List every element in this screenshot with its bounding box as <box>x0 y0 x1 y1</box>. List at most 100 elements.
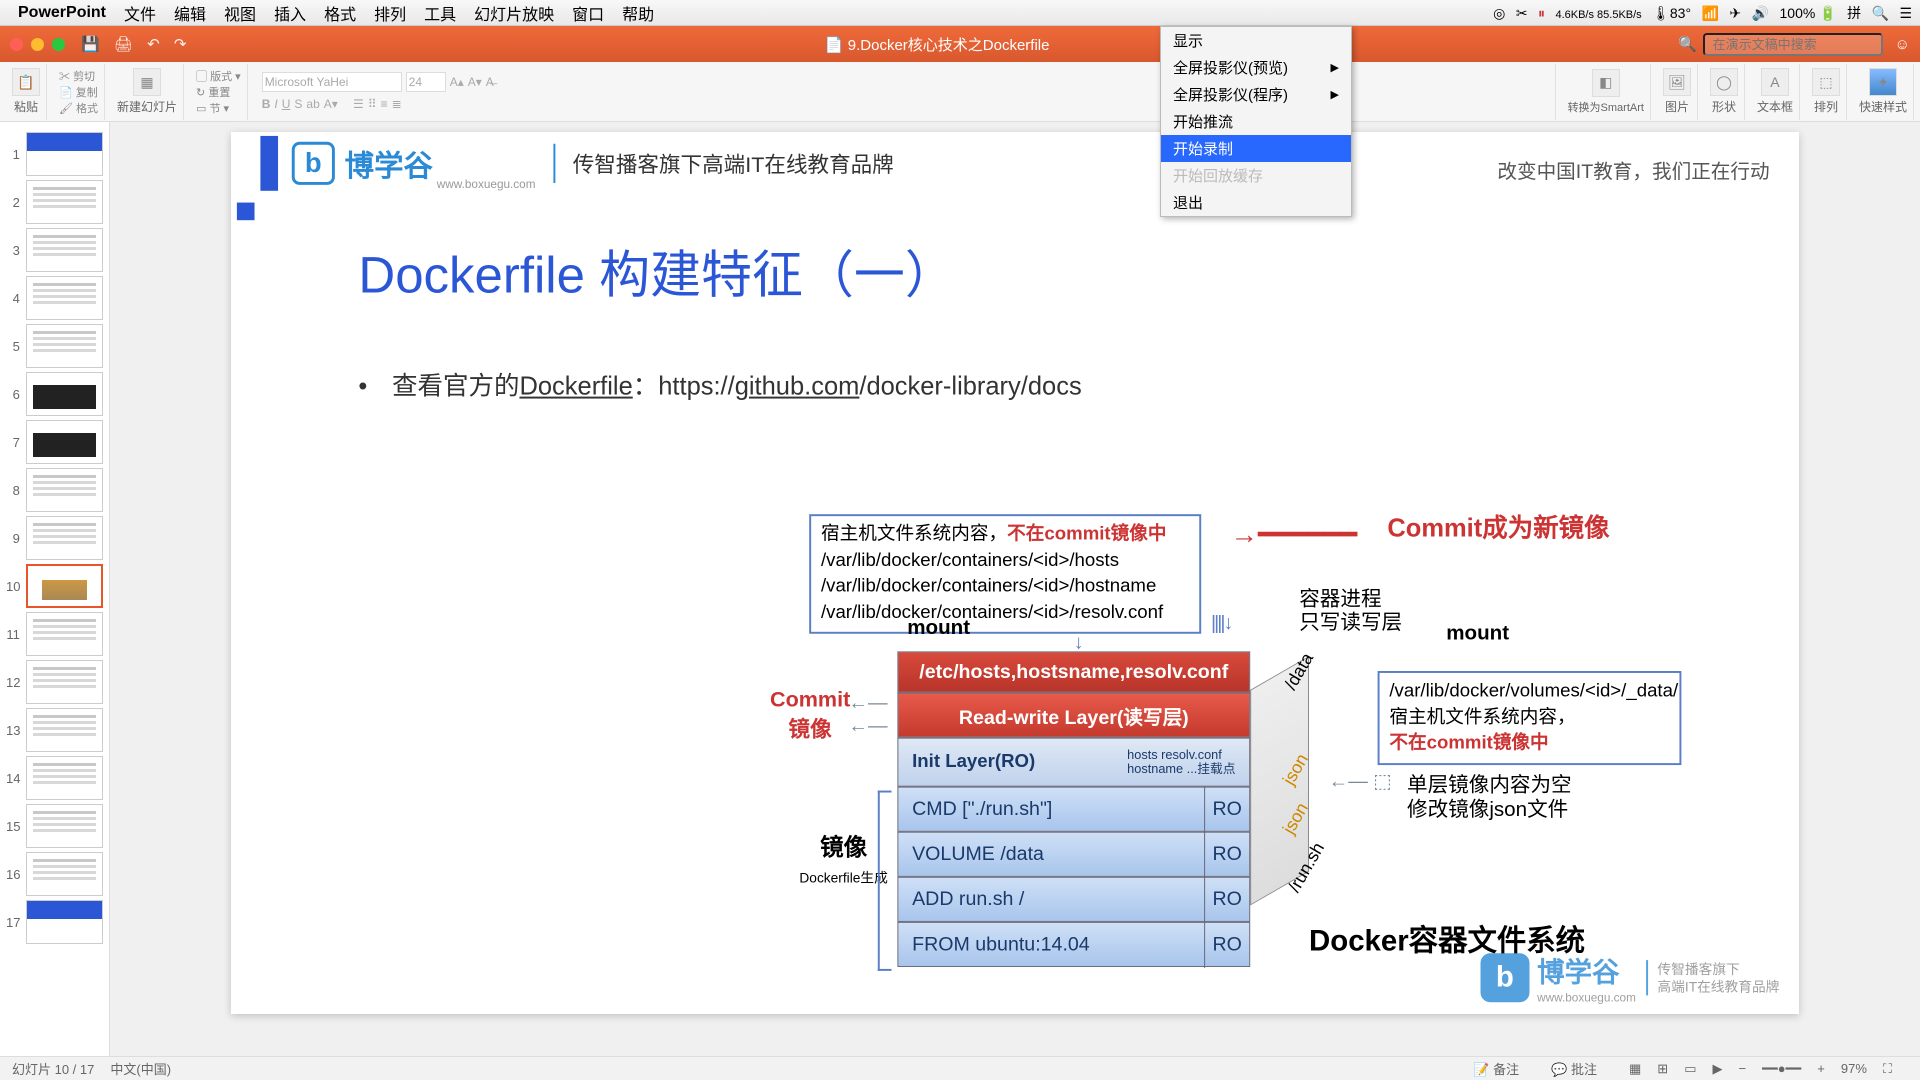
thumb-4[interactable] <box>26 276 103 320</box>
comments-button[interactable]: 💬 批注 <box>1551 1059 1613 1078</box>
highlight-button[interactable]: ab <box>306 97 319 111</box>
feedback-icon[interactable]: ☺ <box>1895 36 1910 53</box>
menu-edit[interactable]: 编辑 <box>174 1 206 25</box>
pause-icon[interactable]: ⏸ <box>1538 5 1545 21</box>
ctx-start-stream[interactable]: 开始推流 <box>1161 108 1351 135</box>
language-indicator[interactable]: 中文(中国) <box>110 1059 171 1078</box>
smartart-button[interactable]: ◧ <box>1592 69 1620 97</box>
fit-button[interactable]: ⛶ <box>1883 1061 1892 1077</box>
strike-button[interactable]: S <box>294 97 302 111</box>
slide-canvas[interactable]: b 博学谷 www.boxuegu.com 传智播客旗下高端IT在线教育品牌 改… <box>231 132 1799 1014</box>
picture-button[interactable]: 🖼 <box>1663 68 1691 96</box>
view-slideshow-icon[interactable]: ▶ <box>1713 1061 1723 1077</box>
zoom-out-button[interactable]: − <box>1739 1061 1747 1076</box>
thumb-7[interactable] <box>26 420 103 464</box>
ctx-proj-preview[interactable]: 全屏投影仪(预览)▶ <box>1161 54 1351 81</box>
underline-button[interactable]: U <box>282 97 291 111</box>
bold-button[interactable]: B <box>262 97 271 111</box>
minimize-button[interactable] <box>31 38 44 51</box>
close-button[interactable] <box>10 38 23 51</box>
shape-button[interactable]: ◯ <box>1710 68 1738 96</box>
thumb-1[interactable] <box>26 132 103 176</box>
font-select[interactable] <box>262 72 402 92</box>
ctx-display[interactable]: 显示 <box>1161 27 1351 54</box>
view-reading-icon[interactable]: ▭ <box>1684 1061 1696 1077</box>
notes-button[interactable]: 📝 备注 <box>1473 1059 1535 1078</box>
section-button[interactable]: ▭ 节 ▾ <box>196 100 229 116</box>
thumb-5[interactable] <box>26 324 103 368</box>
slide-editor[interactable]: b 博学谷 www.boxuegu.com 传智播客旗下高端IT在线教育品牌 改… <box>110 122 1920 1056</box>
quickstyle-button[interactable]: ✦ <box>1869 68 1897 96</box>
thumb-6[interactable] <box>26 372 103 416</box>
thumb-17[interactable] <box>26 900 103 944</box>
thumb-12[interactable] <box>26 660 103 704</box>
reset-button[interactable]: ↻ 重置 <box>196 84 230 100</box>
font-color-button[interactable]: A▾ <box>324 97 338 111</box>
grow-font-button[interactable]: A▴ <box>450 75 464 89</box>
ctx-exit[interactable]: 退出 <box>1161 189 1351 216</box>
layer-init: Init Layer(RO) hosts resolv.confhostname… <box>897 738 1250 787</box>
cut-button[interactable]: ✂ 剪切 <box>59 68 95 84</box>
shrink-font-button[interactable]: A▾ <box>468 75 482 89</box>
bullet-link: Dockerfile <box>519 371 632 400</box>
menu-slideshow[interactable]: 幻灯片放映 <box>474 1 554 25</box>
zoom-in-button[interactable]: + <box>1817 1061 1825 1076</box>
menu-window[interactable]: 窗口 <box>572 1 604 25</box>
search-input[interactable] <box>1703 33 1883 56</box>
thumb-8[interactable] <box>26 468 103 512</box>
ctx-start-record[interactable]: 开始录制 <box>1161 135 1351 162</box>
thumb-10[interactable] <box>26 564 103 608</box>
menu-extras-icon[interactable]: ☰ <box>1899 5 1912 21</box>
maximize-button[interactable] <box>52 38 65 51</box>
print-icon[interactable]: 🖨 <box>114 36 133 53</box>
numbering-button[interactable]: ⠿ <box>368 97 377 111</box>
view-normal-icon[interactable]: ▦ <box>1629 1061 1641 1077</box>
arrange-button[interactable]: ⬚ <box>1812 68 1840 96</box>
copy-button[interactable]: 📄 复制 <box>59 84 98 100</box>
thumb-9[interactable] <box>26 516 103 560</box>
thumb-16[interactable] <box>26 852 103 896</box>
menu-arrange[interactable]: 排列 <box>374 1 406 25</box>
layout-button[interactable]: ▢ 版式 ▾ <box>196 68 241 84</box>
view-sorter-icon[interactable]: ⊞ <box>1657 1061 1668 1077</box>
thumbnail-pane[interactable]: 1 2 3 4 5 6 7 8 9 10 11 12 13 14 15 16 1… <box>0 122 110 1056</box>
zoom-slider[interactable]: ━━●━━ <box>1762 1061 1801 1077</box>
textbox-button[interactable]: A <box>1761 68 1789 96</box>
thumb-15[interactable] <box>26 804 103 848</box>
bullets-button[interactable]: ☰ <box>353 97 364 111</box>
thumb-14[interactable] <box>26 756 103 800</box>
paste-button[interactable]: 📋 <box>12 68 40 96</box>
italic-button[interactable]: I <box>274 97 277 111</box>
scissors-icon[interactable]: ✂ <box>1516 5 1528 21</box>
menu-help[interactable]: 帮助 <box>622 1 654 25</box>
thumb-2[interactable] <box>26 180 103 224</box>
undo-icon[interactable]: ↶ <box>147 36 160 53</box>
ime-icon[interactable]: 拼 <box>1847 5 1861 21</box>
align-left-button[interactable]: ≡ <box>381 97 388 111</box>
clear-format-button[interactable]: A̶ <box>486 75 494 89</box>
thumb-13[interactable] <box>26 708 103 752</box>
textbox-label: 文本框 <box>1757 98 1793 115</box>
zoom-level[interactable]: 97% <box>1841 1061 1867 1076</box>
wifi-icon[interactable]: 📶 <box>1702 5 1719 21</box>
new-slide-button[interactable]: ▦ <box>133 68 161 96</box>
airplane-icon[interactable]: ✈ <box>1729 5 1741 21</box>
ctx-proj-program[interactable]: 全屏投影仪(程序)▶ <box>1161 81 1351 108</box>
redo-icon[interactable]: ↷ <box>174 36 187 53</box>
obs-icon[interactable]: ◎ <box>1493 5 1505 21</box>
save-icon[interactable]: 💾 <box>81 36 100 53</box>
size-select[interactable] <box>406 72 446 92</box>
align-center-button[interactable]: ≣ <box>392 97 402 111</box>
volume-icon[interactable]: 🔊 <box>1752 5 1769 21</box>
app-name[interactable]: PowerPoint <box>18 4 106 22</box>
menu-format[interactable]: 格式 <box>324 1 356 25</box>
menu-tools[interactable]: 工具 <box>424 1 456 25</box>
menu-view[interactable]: 视图 <box>224 1 256 25</box>
format-painter-button[interactable]: 🖌 格式 <box>59 100 98 116</box>
vol-t2: 不在commit镜像中 <box>1389 733 1548 754</box>
thumb-11[interactable] <box>26 612 103 656</box>
menu-file[interactable]: 文件 <box>124 1 156 25</box>
menu-insert[interactable]: 插入 <box>274 1 306 25</box>
thumb-3[interactable] <box>26 228 103 272</box>
search-icon[interactable]: 🔍 <box>1872 5 1889 21</box>
